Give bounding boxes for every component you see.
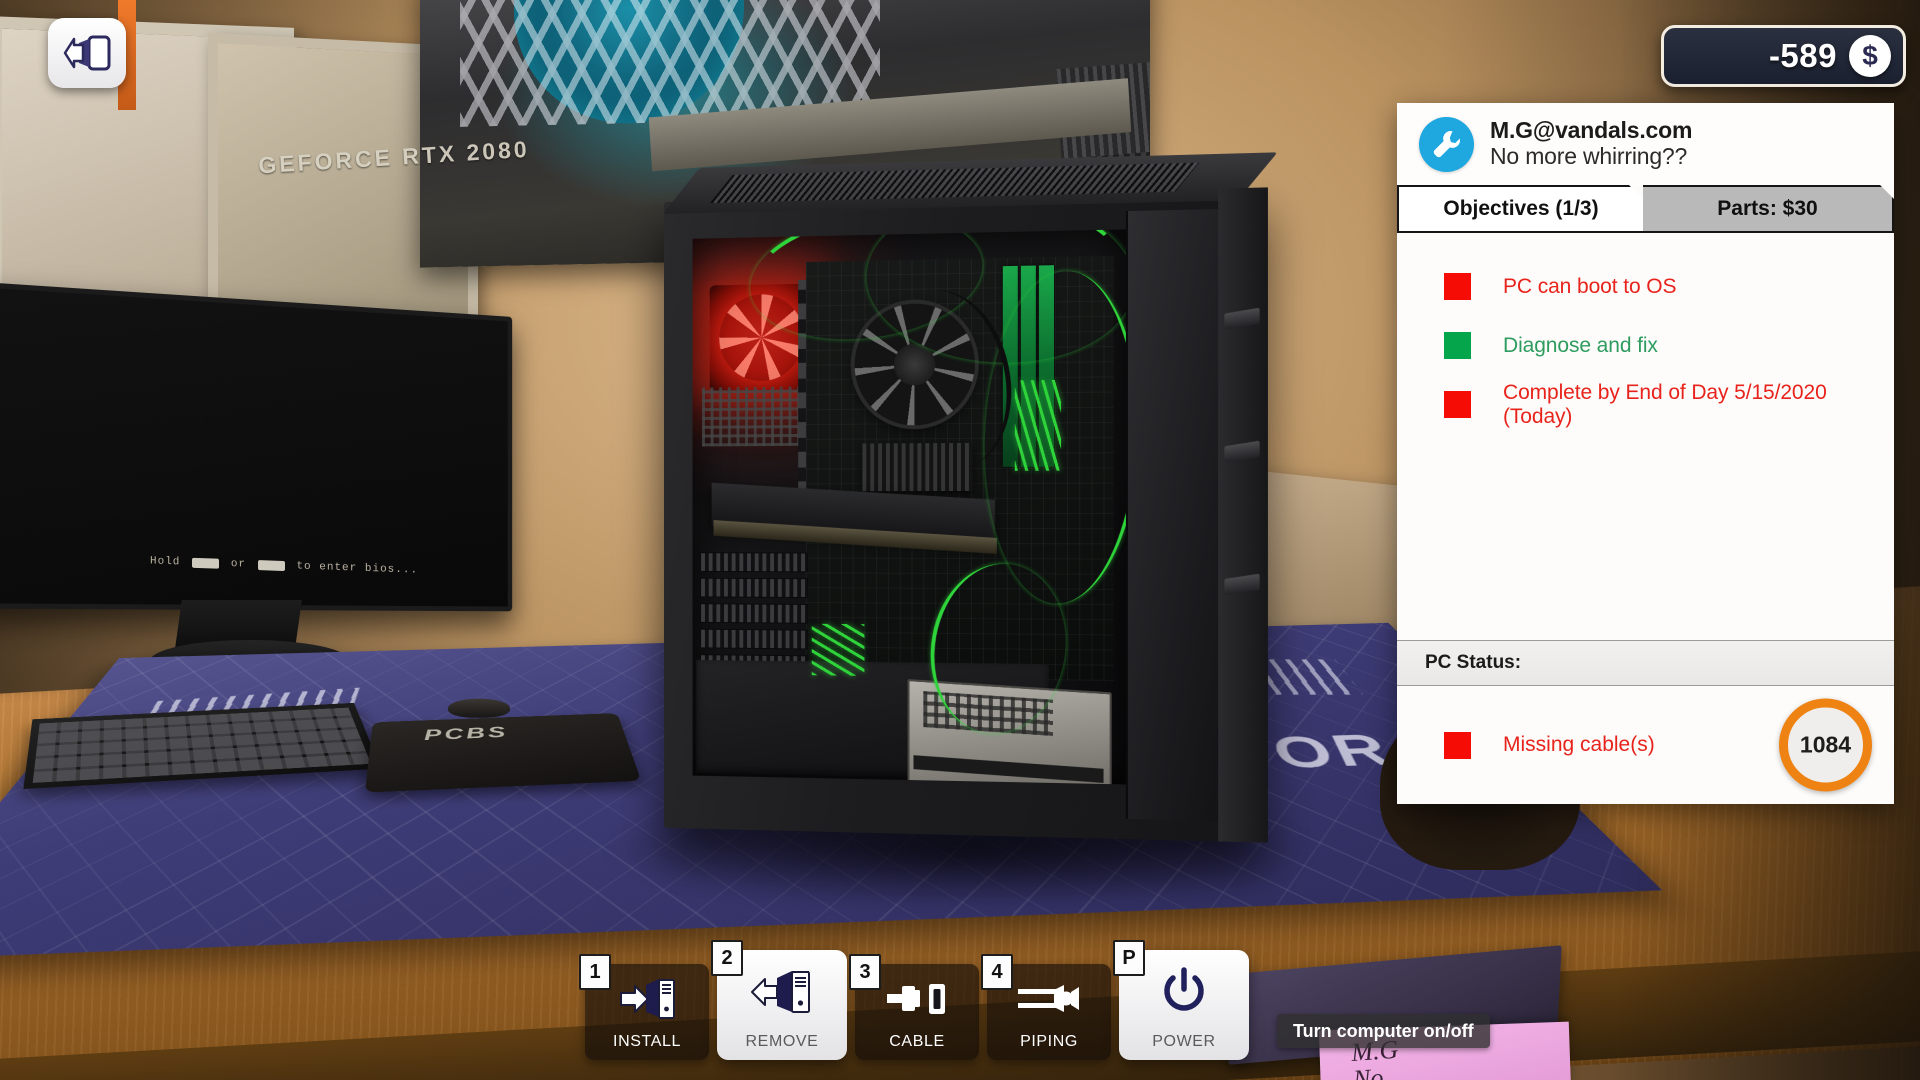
monitor-text-prefix: Hold [150, 555, 181, 569]
job-panel-header: M.G@vandals.com No more whirring?? [1397, 103, 1894, 185]
tool-install[interactable]: 1 INSTALL [579, 954, 709, 1060]
objective-row: Complete by End of Day 5/15/2020 (Today) [1397, 375, 1894, 434]
avatar [1419, 116, 1474, 172]
tab-objectives[interactable]: Objectives (1/3) [1397, 185, 1643, 233]
tool-install-label: INSTALL [613, 1033, 681, 1050]
status-badge [1444, 332, 1471, 359]
dollar-coin-icon: $ [1849, 35, 1891, 77]
tool-piping[interactable]: 4 PIPING [981, 954, 1111, 1060]
tab-objectives-label: Objectives (1/3) [1443, 197, 1599, 220]
pc-case[interactable] [662, 152, 1278, 843]
tool-cable-key: 3 [849, 954, 881, 990]
pci-slot[interactable] [700, 603, 808, 624]
desk-mouse [447, 698, 511, 718]
tool-cable[interactable]: 3 CABLE [849, 954, 979, 1060]
money-display: -589 $ [1661, 25, 1906, 87]
exit-button[interactable] [48, 18, 126, 88]
pci-slot[interactable] [700, 628, 808, 650]
status-badge [1444, 273, 1471, 300]
status-badge [1444, 391, 1471, 418]
pc-case-front-bezel [1218, 187, 1268, 843]
tool-install-key: 1 [579, 954, 611, 990]
tool-power-label: POWER [1152, 1033, 1216, 1050]
monitor-key-1 [192, 557, 220, 569]
objective-label: Complete by End of Day 5/15/2020 (Today) [1503, 380, 1827, 428]
objectives-list: PC can boot to OS Diagnose and fix Compl… [1397, 233, 1894, 640]
tooltip: Turn computer on/off [1277, 1014, 1490, 1048]
money-value: -589 [1768, 37, 1837, 74]
tool-piping-key: 4 [981, 954, 1013, 990]
tab-parts[interactable]: Parts: $30 [1643, 185, 1894, 233]
front-fan-mesh [702, 386, 803, 447]
action-toolbar: 1 INSTALL 2 REMOVE 3 CABLE 4 PIPING P PO… [579, 940, 1249, 1060]
mouse-mat-logo: PCBS [423, 723, 510, 744]
job-panel: M.G@vandals.com No more whirring?? Objec… [1397, 103, 1894, 804]
job-panel-tabs: Objectives (1/3) Parts: $30 [1397, 185, 1894, 233]
pc-status-label: Missing cable(s) [1503, 733, 1655, 756]
status-badge [1444, 731, 1471, 759]
job-header-text: M.G@vandals.com No more whirring?? [1490, 117, 1693, 170]
green-cable-fan [811, 623, 865, 676]
tool-power-key: P [1113, 940, 1145, 976]
tool-power[interactable]: P POWER [1113, 940, 1249, 1060]
client-email: M.G@vandals.com [1490, 117, 1693, 144]
monitor-key-2 [257, 560, 285, 572]
exit-door-icon [63, 35, 111, 71]
pc-case-interior [692, 229, 1126, 785]
objective-row: Diagnose and fix [1397, 316, 1894, 375]
tab-parts-label: Parts: $30 [1717, 197, 1818, 220]
score-ring: 1084 [1779, 698, 1872, 792]
green-cable-fan [1014, 379, 1062, 471]
monitor-text-or: or [230, 558, 247, 571]
tool-remove-label: REMOVE [745, 1033, 819, 1050]
tool-remove[interactable]: 2 REMOVE [711, 940, 847, 1060]
game-screen: GEFORCE RTX 2080 Hold or to enter bios..… [0, 0, 1920, 1080]
pc-status-header: PC Status: [1397, 640, 1894, 686]
objective-label: PC can boot to OS [1503, 274, 1677, 298]
tool-remove-key: 2 [711, 940, 743, 976]
pc-status-body: Missing cable(s) 1084 [1397, 686, 1894, 804]
wrench-icon [1433, 131, 1460, 158]
tool-cable-label: CABLE [889, 1033, 945, 1050]
objective-label: Diagnose and fix [1503, 333, 1658, 357]
pci-slot[interactable] [700, 552, 808, 573]
pci-slot[interactable] [700, 577, 808, 599]
job-subject: No more whirring?? [1490, 143, 1688, 169]
objective-row: PC can boot to OS [1397, 257, 1894, 316]
tool-piping-label: PIPING [1020, 1033, 1078, 1050]
